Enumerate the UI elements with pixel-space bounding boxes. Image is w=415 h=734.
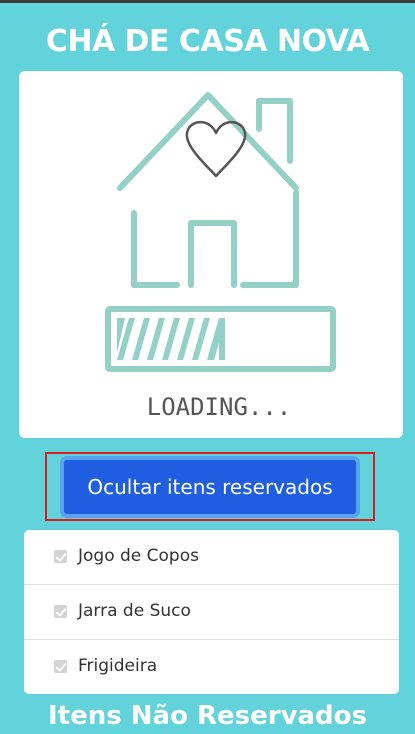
reserved-items-list: Jogo de Copos Jarra de Suco Frigideira xyxy=(24,530,399,694)
item-label: Frigideira xyxy=(78,656,158,676)
checkbox-checked-icon[interactable] xyxy=(54,550,67,563)
checkbox-checked-icon[interactable] xyxy=(54,605,67,618)
hero-image-card: LOADING... xyxy=(19,71,403,438)
item-label: Jogo de Copos xyxy=(78,546,199,566)
page-title: CHÁ DE CASA NOVA xyxy=(45,24,370,59)
checkbox-checked-icon[interactable] xyxy=(54,660,67,673)
hide-reserved-button[interactable]: Ocultar itens reservados xyxy=(60,456,360,518)
house-heart-loading-illustration: LOADING... xyxy=(105,92,336,421)
list-item[interactable]: Jogo de Copos xyxy=(24,530,399,584)
loading-text: LOADING... xyxy=(147,393,292,421)
section-heading-unreserved: Itens Não Reservados xyxy=(47,701,368,731)
item-label: Jarra de Suco xyxy=(78,601,191,621)
list-item[interactable]: Jarra de Suco xyxy=(24,584,399,638)
loading-progress-fill xyxy=(117,318,225,360)
list-item[interactable]: Frigideira xyxy=(24,639,399,693)
top-bar xyxy=(0,0,415,3)
